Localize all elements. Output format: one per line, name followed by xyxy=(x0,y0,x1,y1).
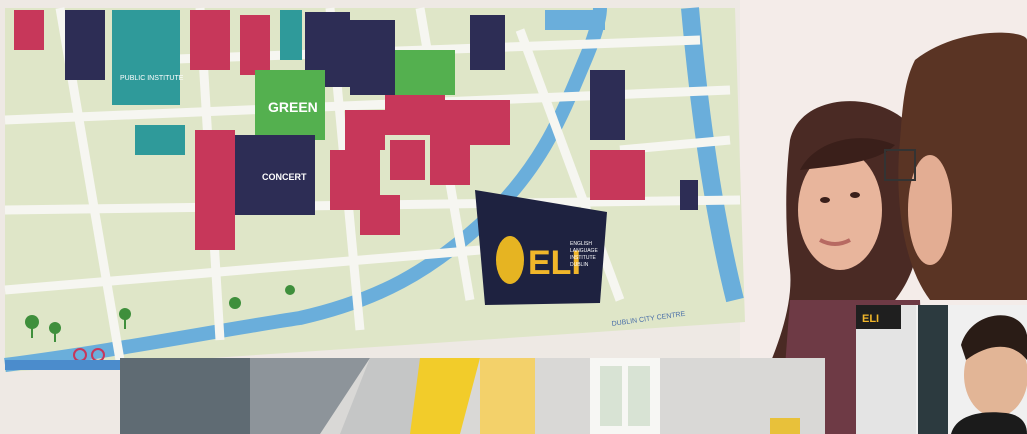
student-photo: ELI xyxy=(856,305,1027,434)
public-institute-label: PUBLIC INSTITUTE xyxy=(120,75,184,82)
photo-scene: ELI ENGLISH LANGUAGE INSTITUTE DUBLIN PU… xyxy=(0,0,1027,434)
green-label: GREEN xyxy=(268,99,318,115)
eli-logo-line-3: INSTITUTE xyxy=(570,255,596,261)
concert-label: CONCERT xyxy=(262,172,307,182)
eli-logo-line-4: DUBLIN xyxy=(570,262,589,268)
eli-logo-line-2: LANGUAGE xyxy=(570,248,598,254)
small-eli-logo: ELI xyxy=(862,313,879,325)
eli-logo-line-1: ENGLISH xyxy=(570,241,592,247)
classroom-photo xyxy=(120,358,825,434)
